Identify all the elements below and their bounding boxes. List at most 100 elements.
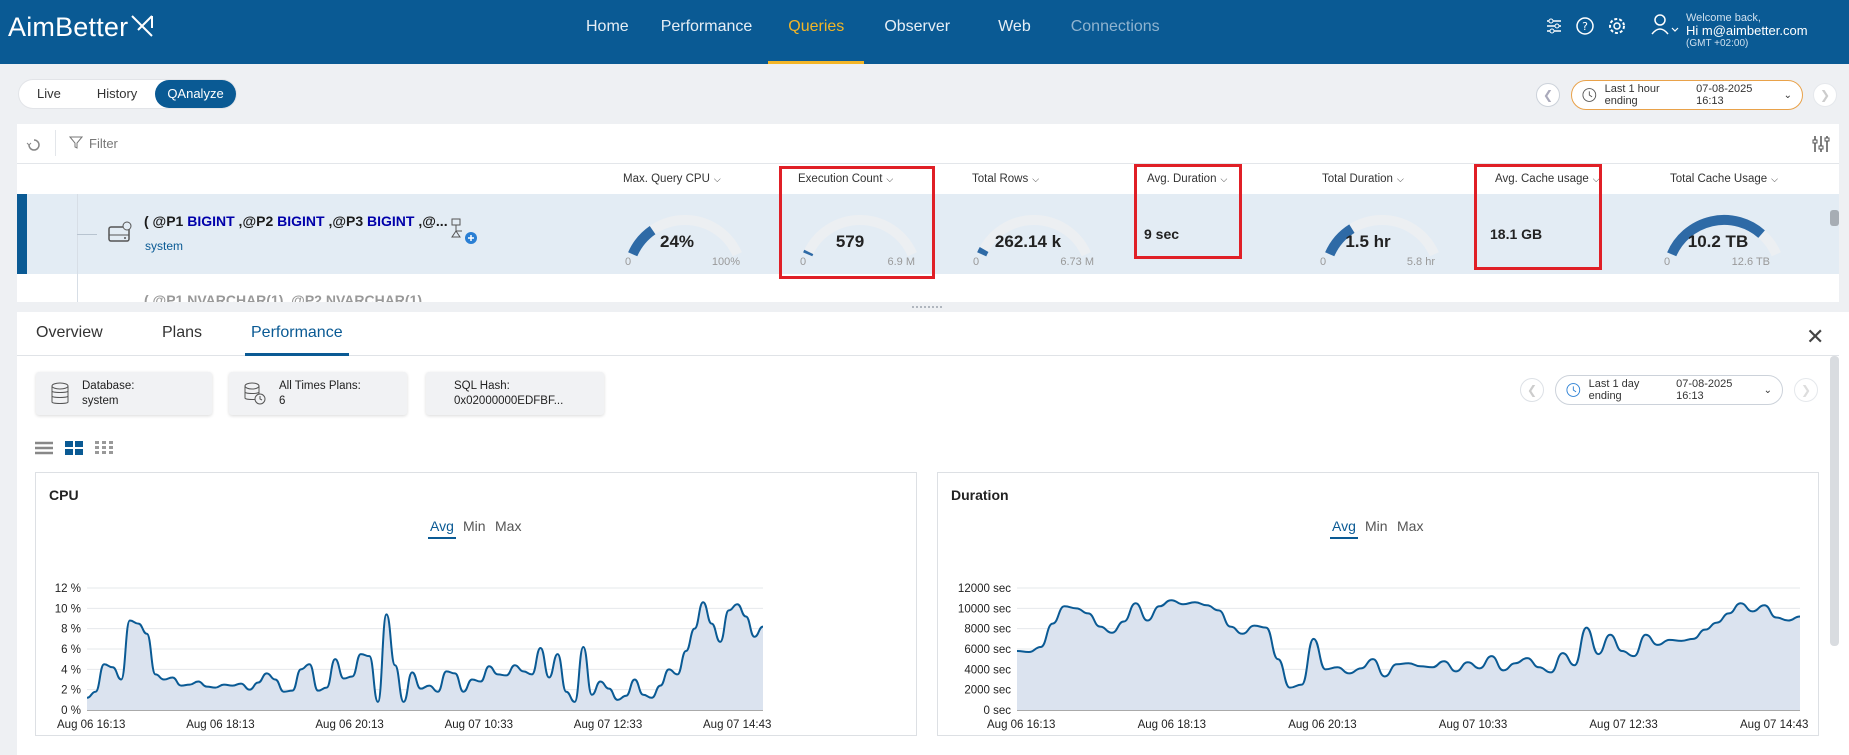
x-tick-label: Aug 07 10:33	[445, 719, 513, 731]
plan-add-icon[interactable]	[450, 217, 480, 247]
col-max-cpu-label: Max. Query CPU	[623, 173, 710, 185]
user-timezone: (GMT +02:00)	[1686, 38, 1749, 50]
history-icon[interactable]	[25, 136, 43, 154]
next-range-button[interactable]: ❯	[1813, 83, 1837, 107]
y-tick-label: 2 %	[61, 685, 81, 697]
user-menu[interactable]: Welcome back, Hi m@aimbetter.com (GMT +0…	[1650, 12, 1808, 49]
detail-timerange-label: Last 1 day ending	[1588, 378, 1640, 402]
nav-web[interactable]: Web	[982, 0, 1055, 64]
chevron-down-icon: ⌄	[1783, 89, 1792, 101]
sliders-icon[interactable]	[1545, 17, 1563, 35]
table-scrollbar[interactable]	[1830, 210, 1839, 226]
nav-performance[interactable]: Performance	[645, 0, 769, 64]
total-duration-min: 0	[1320, 256, 1327, 268]
duration-chart: 0 sec 2000 sec 4000 sec 6000 sec 8000 sec 100…	[958, 583, 1809, 731]
nav-connections[interactable]: Connections	[1055, 0, 1176, 64]
detail-scrollbar[interactable]	[1830, 356, 1839, 646]
highlight-box	[1474, 164, 1602, 270]
two-column-layout-icon[interactable]	[65, 441, 83, 455]
splitter-handle[interactable]	[912, 306, 942, 308]
chevron-down-icon: ⌵	[1032, 174, 1040, 184]
y-tick-label: 8000 sec	[964, 624, 1011, 636]
y-tick-label: 2000 sec	[964, 685, 1011, 697]
total-rows-value: 262.14 k	[994, 232, 1062, 251]
mode-live[interactable]: Live	[19, 80, 79, 108]
y-tick-label: 6 %	[61, 644, 81, 656]
cpu-agg-max[interactable]: Max	[495, 518, 521, 534]
col-total-duration[interactable]: Total Duration ⌵	[1322, 173, 1404, 185]
duration-agg-max[interactable]: Max	[1397, 518, 1423, 534]
cpu-agg-min[interactable]: Min	[463, 518, 486, 534]
timerange-picker[interactable]: Last 1 hour ending 07-08-2025 16:13 ⌄	[1571, 80, 1803, 110]
total-duration-value: 1.5 hr	[1345, 232, 1391, 251]
timerange-label: Last 1 hour ending	[1604, 83, 1660, 107]
x-tick-label: Aug 07 10:33	[1439, 719, 1507, 731]
total-cache-value: 10.2 TB	[1687, 232, 1749, 251]
query-text[interactable]: ( @P1 BIGINT ,@P2 BIGINT ,@P3 BIGINT ,@.…	[144, 213, 448, 229]
user-email: Hi m@aimbetter.com	[1686, 23, 1808, 39]
active-tab-indicator	[245, 353, 349, 356]
duration-agg-min[interactable]: Min	[1365, 518, 1388, 534]
y-tick-label: 0 %	[61, 705, 81, 717]
highlight-box	[1134, 164, 1242, 259]
user-icon	[1651, 14, 1679, 35]
tab-plans[interactable]: Plans	[162, 324, 202, 342]
nav-observer[interactable]: Observer	[864, 0, 982, 64]
column-settings-icon[interactable]	[1811, 134, 1831, 154]
mode-switch: Live History QAnalyze	[19, 80, 236, 108]
series-area	[1017, 600, 1800, 710]
detail-tabs: Overview Plans Performance	[17, 312, 1839, 356]
row-selected-indicator	[17, 194, 27, 274]
tab-overview[interactable]: Overview	[36, 324, 103, 342]
x-tick-label: Aug 07 12:33	[1589, 719, 1657, 731]
y-tick-label: 6000 sec	[964, 644, 1011, 656]
query-database[interactable]: system	[145, 239, 183, 253]
database-card: Database: system	[36, 372, 212, 415]
detail-prev-range-button[interactable]: ❮	[1520, 378, 1544, 402]
sql-hash-value: 0x02000000EDFBF...	[454, 394, 564, 407]
total-rows-max: 6.73 M	[1060, 256, 1094, 268]
detail-timerange-picker[interactable]: Last 1 day ending 07-08-2025 16:13 ⌄	[1555, 375, 1783, 405]
total-duration-max: 5.8 hr	[1406, 256, 1435, 268]
y-tick-label: 10 %	[55, 603, 81, 615]
x-tick-label: Aug 07 14:43	[1740, 719, 1808, 731]
mode-history[interactable]: History	[79, 80, 155, 108]
y-tick-label: 12 %	[55, 583, 81, 595]
total-rows-min: 0	[973, 256, 980, 268]
col-total-rows[interactable]: Total Rows ⌵	[972, 173, 1039, 185]
x-tick-label: Aug 07 14:43	[703, 719, 771, 731]
header-icons: ?	[1545, 16, 1627, 36]
max-cpu-min: 0	[625, 256, 632, 268]
nav-queries[interactable]: Queries	[768, 0, 865, 64]
col-max-cpu[interactable]: Max. Query CPU ⌵	[623, 173, 721, 185]
cpu-agg-underline	[428, 537, 456, 539]
mode-qanalyze[interactable]: QAnalyze	[155, 80, 236, 108]
cpu-agg-avg[interactable]: Avg	[430, 518, 454, 534]
prev-range-button[interactable]: ❮	[1536, 83, 1560, 107]
tab-performance[interactable]: Performance	[251, 324, 343, 342]
sql-hash-label: SQL Hash:	[454, 380, 510, 392]
y-tick-label: 12000 sec	[958, 583, 1011, 595]
close-icon[interactable]: ✕	[1806, 324, 1824, 350]
y-tick-label: 4000 sec	[964, 664, 1011, 676]
x-tick-label: Aug 06 20:13	[315, 719, 383, 731]
gear-icon[interactable]	[1607, 16, 1627, 36]
list-layout-icon[interactable]	[35, 441, 53, 455]
chevron-down-icon: ⌄	[1763, 384, 1772, 396]
plans-card: All Times Plans: 6	[229, 372, 407, 415]
col-total-cache[interactable]: Total Cache Usage ⌵	[1670, 173, 1778, 185]
filter-input[interactable]: Filter	[89, 136, 118, 151]
max-cpu-max: 100%	[711, 256, 740, 268]
x-tick-label: Aug 06 20:13	[1288, 719, 1356, 731]
total-cache-max: 12.6 TB	[1731, 256, 1770, 268]
help-icon[interactable]: ?	[1575, 16, 1595, 36]
x-tick-label: Aug 06 18:13	[1138, 719, 1206, 731]
col-total-cache-label: Total Cache Usage	[1670, 173, 1768, 185]
detail-next-range-button[interactable]: ❯	[1794, 378, 1818, 402]
app-logo[interactable]: AimBetter	[8, 12, 156, 43]
logo-text: AimBetter	[8, 12, 129, 42]
duration-agg-avg[interactable]: Avg	[1332, 518, 1356, 534]
grid-layout-icon[interactable]	[95, 441, 113, 455]
y-tick-label: 8 %	[61, 624, 81, 636]
nav-home[interactable]: Home	[570, 0, 645, 64]
